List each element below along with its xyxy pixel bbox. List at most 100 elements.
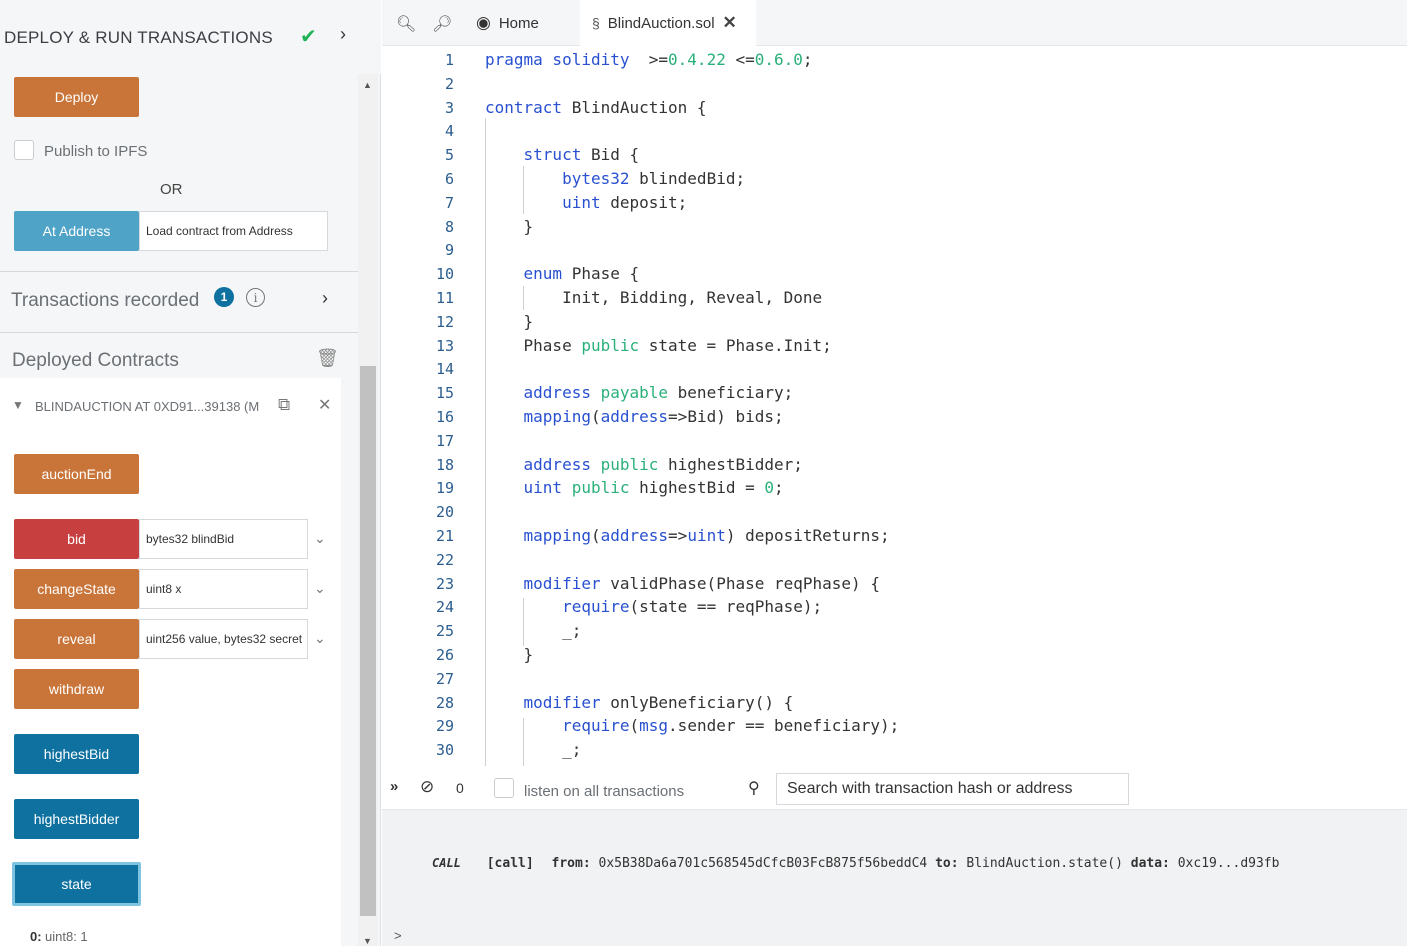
line-number: 5 bbox=[444, 146, 454, 165]
code-line: require(msg.sender == beneficiary); bbox=[562, 716, 900, 736]
tx-search-input[interactable]: Search with transaction hash or address bbox=[776, 773, 1129, 805]
fn-state-button[interactable]: state bbox=[12, 862, 141, 906]
terminal-toolbar: » ⊘ 0 listen on all transactions ⚲ Searc… bbox=[382, 766, 1407, 810]
divider bbox=[0, 271, 358, 272]
fn-changeState-button[interactable]: changeState bbox=[14, 569, 139, 609]
chevron-down-icon[interactable]: ▼ bbox=[12, 398, 24, 412]
line-number: 7 bbox=[444, 193, 454, 212]
line-number: 19 bbox=[435, 479, 454, 498]
result-value: uint8: 1 bbox=[45, 929, 88, 944]
at-address-button[interactable]: At Address bbox=[14, 211, 139, 251]
listen-checkbox[interactable] bbox=[494, 778, 514, 798]
scroll-down-icon[interactable]: ▼ bbox=[363, 936, 372, 946]
code-line: } bbox=[485, 645, 534, 664]
load-address-input[interactable]: Load contract from Address bbox=[139, 211, 328, 251]
tab-home[interactable]: ◉ Home bbox=[464, 0, 580, 46]
transactions-recorded-title[interactable]: Transactions recorded bbox=[11, 290, 199, 312]
publish-ipfs-checkbox[interactable] bbox=[14, 140, 34, 160]
line-number: 11 bbox=[435, 289, 454, 307]
call-kind: [call] bbox=[486, 856, 534, 871]
zoom-out-icon[interactable]: 🔍︎ bbox=[396, 14, 416, 34]
terminal-prompt[interactable]: > bbox=[394, 928, 402, 943]
code-line: Phase public state = Phase.Init; bbox=[485, 335, 832, 355]
from-label: from: bbox=[551, 856, 591, 871]
chevron-down-icon[interactable]: ⌄ bbox=[314, 630, 326, 647]
line-number-gutter: 1 2 3 4 5 6 7 8 9 10 11 12 13 14 15 16 17 18 19 20 21 22 23 24 2… bbox=[382, 46, 472, 766]
chevron-down-icon[interactable]: ⌄ bbox=[314, 580, 326, 597]
line-number: 6 bbox=[444, 170, 454, 188]
collapse-icon[interactable]: » bbox=[390, 778, 398, 795]
bid-param-input[interactable]: bytes32 blindBid bbox=[139, 519, 308, 559]
code-line: require(state == reqPhase); bbox=[562, 597, 823, 617]
remix-logo-icon: ◉ bbox=[476, 13, 491, 32]
code-editor[interactable]: pragma solidity >=0.4.22 <=0.6.0; contrac… bbox=[472, 46, 1407, 766]
divider bbox=[0, 332, 358, 333]
tab-blindauction[interactable]: § BlindAuction.sol ✕ bbox=[580, 0, 756, 46]
zoom-in-icon[interactable]: 🔎︎ bbox=[432, 14, 452, 34]
check-icon: ✔ bbox=[300, 26, 317, 48]
line-number: 21 bbox=[435, 527, 454, 545]
from-value: 0x5B38Da6a701c568545dCfcB03FcB875f56bedd… bbox=[598, 856, 928, 871]
code-line: modifier onlyBeneficiary() { bbox=[523, 692, 794, 712]
terminal: » ⊘ 0 listen on all transactions ⚲ Searc… bbox=[382, 766, 1407, 946]
scroll-up-icon[interactable]: ▲ bbox=[363, 80, 372, 90]
code-line: uint deposit; bbox=[562, 192, 688, 212]
deploy-button[interactable]: Deploy bbox=[14, 77, 139, 117]
tab-home-label: Home bbox=[498, 14, 539, 32]
line-number: 18 bbox=[435, 455, 454, 474]
line-number: 8 bbox=[444, 217, 454, 236]
code-line: modifier validPhase(Phase reqPhase) { bbox=[523, 573, 880, 593]
fn-highestBidder-button[interactable]: highestBidder bbox=[14, 799, 139, 839]
result-key: 0: bbox=[30, 929, 42, 944]
data-label: data: bbox=[1130, 856, 1170, 871]
close-icon[interactable]: ✕ bbox=[318, 395, 331, 415]
fn-highestBid-button[interactable]: highestBid bbox=[14, 734, 139, 774]
line-number: 30 bbox=[435, 741, 454, 760]
code-line: mapping(address=>uint) depositReturns; bbox=[523, 526, 890, 545]
pending-count: 0 bbox=[456, 780, 464, 796]
call-tag: CALL bbox=[432, 856, 461, 870]
chevron-down-icon[interactable]: ⌄ bbox=[314, 530, 326, 547]
call-log-entry[interactable]: CALL [call] from: 0x5B38Da6a701c568545dC… bbox=[432, 856, 1279, 871]
copy-icon[interactable]: ⧉ bbox=[278, 395, 290, 415]
line-number: 25 bbox=[435, 622, 454, 641]
tab-file-label: BlindAuction.sol bbox=[607, 14, 715, 32]
clear-icon[interactable]: ⊘ bbox=[420, 777, 434, 797]
fn-withdraw-button[interactable]: withdraw bbox=[14, 669, 139, 709]
trash-icon[interactable]: 🗑 bbox=[316, 348, 339, 369]
publish-ipfs-label: Publish to IPFS bbox=[44, 143, 148, 160]
line-number: 29 bbox=[435, 717, 454, 736]
chevron-right-icon[interactable]: › bbox=[322, 288, 328, 309]
line-number: 3 bbox=[444, 98, 454, 117]
line-number: 1 bbox=[444, 51, 454, 69]
code-line: bytes32 blindedBid; bbox=[562, 169, 746, 188]
scrollbar[interactable]: ▲ ▼ bbox=[358, 74, 378, 946]
fn-bid-button[interactable]: bid bbox=[14, 519, 139, 559]
info-icon[interactable]: i bbox=[246, 288, 265, 307]
line-number: 26 bbox=[435, 646, 454, 664]
line-number: 27 bbox=[435, 669, 454, 688]
editor-tabs: 🔍︎ 🔎︎ ◉ Home § BlindAuction.sol ✕ bbox=[382, 0, 1407, 46]
code-line: contract BlindAuction { bbox=[485, 97, 707, 117]
scrollbar-thumb[interactable] bbox=[360, 366, 376, 916]
code-line: pragma solidity >=0.4.22 <=0.6.0; bbox=[485, 50, 813, 69]
line-number: 12 bbox=[435, 312, 454, 331]
close-tab-icon[interactable]: ✕ bbox=[723, 13, 737, 33]
or-label: OR bbox=[160, 181, 183, 198]
instance-address: BLINDAUCTION AT 0XD91...39138 (M bbox=[35, 399, 260, 414]
reveal-param-input[interactable]: uint256 value, bytes32 secret bbox=[139, 619, 308, 659]
fn-reveal-button[interactable]: reveal bbox=[14, 619, 139, 659]
listen-label: listen on all transactions bbox=[524, 783, 685, 800]
code-line: _; bbox=[485, 740, 582, 760]
line-number: 4 bbox=[444, 122, 454, 141]
changeState-param-input[interactable]: uint8 x bbox=[139, 569, 308, 609]
code-line: uint public highestBid = 0; bbox=[523, 478, 784, 498]
line-number: 17 bbox=[435, 431, 454, 450]
fn-auctionEnd-button[interactable]: auctionEnd bbox=[14, 454, 139, 494]
chevron-right-icon[interactable]: › bbox=[340, 24, 346, 45]
code-line: } bbox=[485, 216, 534, 236]
